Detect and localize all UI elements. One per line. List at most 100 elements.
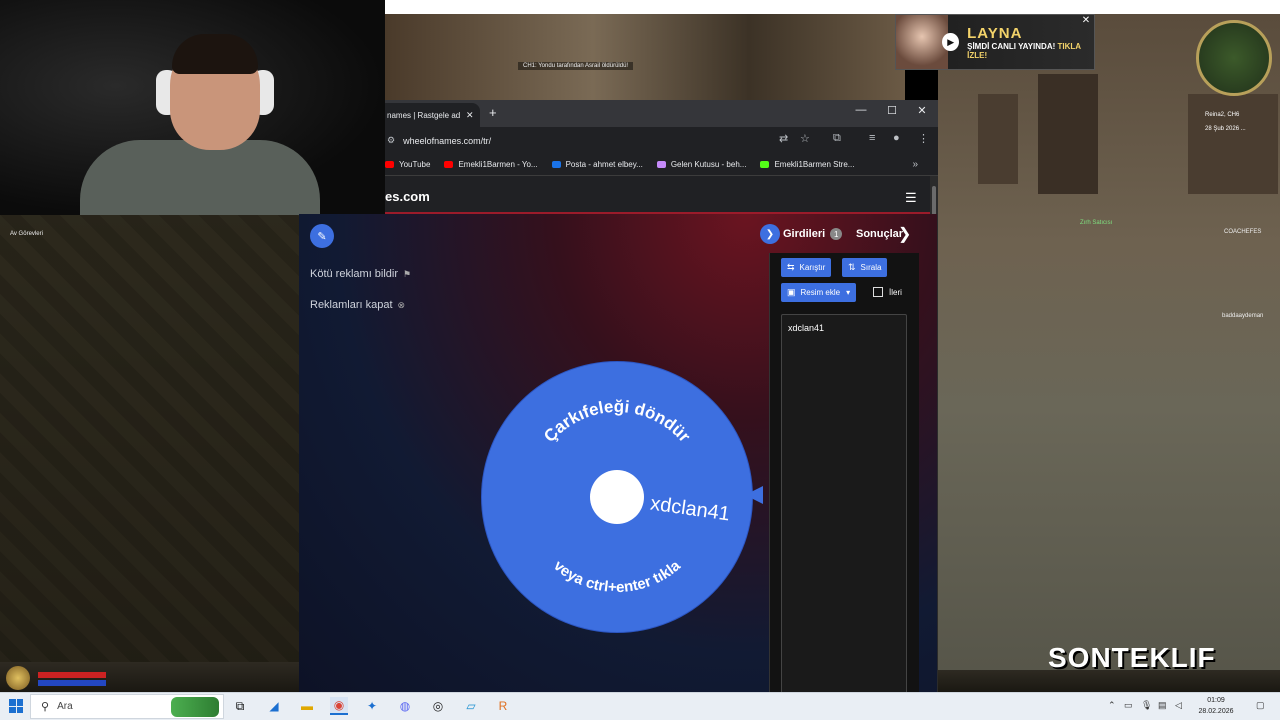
edit-pencil-icon[interactable]: ✎ <box>310 224 334 248</box>
profile-icon[interactable]: ● <box>893 132 900 144</box>
bookmark-star-icon[interactable]: ☆ <box>800 132 810 145</box>
new-tab-icon[interactable]: + <box>489 105 497 120</box>
advanced-checkbox[interactable]: İleri <box>873 287 902 297</box>
map-location-label: Reina2, CH6 <box>1205 112 1240 118</box>
taskbar-clock[interactable]: 01:09 28.02.2026 <box>1192 695 1240 717</box>
image-icon: ▣ <box>787 287 796 297</box>
tab-entries[interactable]: ❯ Girdileri 1 <box>760 224 843 244</box>
search-highlight-image <box>171 697 219 717</box>
network-icon[interactable]: ▤ <box>1158 700 1167 711</box>
tray-chevron-icon[interactable]: ⌃ <box>1108 700 1116 711</box>
tab-strip: names | Rastgele ad ✕ + — ☐ ✕ <box>385 100 938 127</box>
tab-results[interactable]: Sonuçlar <box>856 228 903 240</box>
wheel-center[interactable] <box>590 470 644 524</box>
bookmark-label: Emekli1Barmen - Yo... <box>458 160 538 169</box>
more-bookmarks-icon[interactable]: » <box>912 159 918 170</box>
search-icon: ⚲ <box>41 701 50 713</box>
entry-item[interactable]: xdclan41 <box>788 323 824 333</box>
stream-logo: SONTEKLIF <box>1048 642 1216 673</box>
close-window-icon[interactable]: ✕ <box>912 104 932 117</box>
streamer-name: LAYNA <box>967 24 1023 42</box>
bookmark-label: Emekli1Barmen Stre... <box>774 160 855 169</box>
checkbox-box[interactable] <box>873 287 883 297</box>
screen: Av Görevleri Zırh Satıcısı COACHEFES bad… <box>0 0 1280 720</box>
hud-orb <box>6 666 30 690</box>
close-ads-link[interactable]: Reklamları kapat ⊗ <box>310 299 405 311</box>
extensions-icon[interactable]: ⧉ <box>833 132 841 145</box>
bookmarks-bar: YouTube Emekli1Barmen - Yo... Posta - ah… <box>385 154 938 176</box>
chevron-right-icon[interactable]: ❯ <box>898 224 911 244</box>
chevron-right-icon[interactable]: ❯ <box>760 224 780 244</box>
app-icon-2[interactable]: ▱ <box>462 697 480 715</box>
edge-icon[interactable]: ◢ <box>265 697 283 715</box>
shuffle-icon: ⇆ <box>787 262 795 272</box>
url-text[interactable]: wheelofnames.com/tr/ <box>403 136 491 146</box>
microphone-icon[interactable]: 🎙 <box>1141 700 1152 711</box>
mail-icon <box>551 161 561 168</box>
shuffle-label: Karıştır <box>799 263 826 272</box>
bookmark-mail[interactable]: Posta - ahmet elbey... <box>551 160 643 169</box>
sort-button[interactable]: ⇅ Sırala <box>842 258 888 277</box>
search-placeholder: Ara <box>57 701 73 712</box>
close-circle-icon: ⊗ <box>397 299 406 310</box>
side-label-2: baddaaydeman <box>1222 313 1264 319</box>
live-text: ŞİMDİ CANLI YAYINDA! TIKLA İZLE! <box>967 42 1094 60</box>
sort-icon: ⇅ <box>848 262 856 272</box>
close-ads-label: Reklamları kapat <box>310 299 393 311</box>
close-icon[interactable]: ✕ <box>1080 15 1092 27</box>
maximize-icon[interactable]: ☐ <box>882 104 902 117</box>
hp-bar <box>38 672 106 678</box>
tray-icon-1[interactable]: ▭ <box>1124 700 1133 711</box>
browser-toolbar: ⚙ wheelofnames.com/tr/ <box>385 127 938 154</box>
windows-start-icon[interactable] <box>9 699 23 713</box>
minimap[interactable] <box>1196 20 1272 96</box>
tab-title: names | Rastgele ad <box>387 110 461 120</box>
bookmark-youtube[interactable]: YouTube <box>385 160 430 169</box>
notification-icon[interactable]: ▢ <box>1256 700 1265 711</box>
volume-icon[interactable]: ◁ <box>1175 700 1182 711</box>
stream-ad-banner[interactable]: ▶ LAYNA ŞİMDİ CANLI YAYINDA! TIKLA İZLE!… <box>895 14 1095 70</box>
map-date-label: 28 Şub 2026 ... <box>1205 126 1246 132</box>
task-view-icon[interactable]: ⧉ <box>231 697 249 715</box>
game-scene-top <box>385 14 905 100</box>
game-scene-left <box>0 215 300 670</box>
discord-icon[interactable]: ◍ <box>396 697 414 715</box>
wheel-pointer-icon <box>745 486 763 504</box>
chrome-icon[interactable]: ◉ <box>330 697 348 715</box>
site-brand[interactable]: es.com <box>385 189 430 204</box>
add-image-button[interactable]: ▣ Resim ekle ▾ <box>781 283 857 302</box>
obs-icon[interactable]: ◎ <box>429 697 447 715</box>
mp-bar <box>38 680 106 686</box>
play-icon[interactable]: ▶ <box>942 33 960 51</box>
advanced-label: İleri <box>889 287 902 297</box>
side-label-1: COACHEFES <box>1224 229 1262 235</box>
bookmark-emekli-youtube[interactable]: Emekli1Barmen - Yo... <box>444 160 538 169</box>
menu-icon[interactable]: ⋮ <box>918 132 929 145</box>
clock-date: 28.02.2026 <box>1198 708 1234 715</box>
report-ad-link[interactable]: Kötü reklamı bildir ⚑ <box>310 268 411 280</box>
entries-textarea[interactable] <box>781 314 907 694</box>
media-icon[interactable]: ≡ <box>869 132 875 144</box>
bookmark-inbox[interactable]: Gelen Kutusu - beh... <box>656 160 746 169</box>
bookmark-kick[interactable]: Emekli1Barmen Stre... <box>760 160 854 169</box>
kill-notification: CH1: Yondu tarafından Asrail öldürüldü! <box>518 62 634 70</box>
taskbar-search[interactable]: ⚲ Ara <box>30 694 224 719</box>
shuffle-button[interactable]: ⇆ Karıştır <box>781 258 832 277</box>
game-top-strip <box>385 0 1280 14</box>
hamburger-menu-icon[interactable]: ☰ <box>905 190 917 206</box>
youtube-icon <box>444 161 454 168</box>
webcam-overlay <box>0 0 385 215</box>
browser-tab[interactable]: names | Rastgele ad ✕ <box>385 103 480 127</box>
file-explorer-icon[interactable]: ▬ <box>298 697 316 715</box>
clock-time: 01:09 <box>1207 697 1225 704</box>
add-image-label: Resim ekle <box>800 288 841 297</box>
minimize-icon[interactable]: — <box>851 104 871 116</box>
site-info-icon[interactable]: ⚙ <box>387 135 395 146</box>
bookmark-label: YouTube <box>399 160 431 169</box>
app-icon-1[interactable]: ✦ <box>363 697 381 715</box>
address-bar[interactable]: ⚙ wheelofnames.com/tr/ <box>385 130 905 151</box>
tab-entries-label: Girdileri <box>783 228 826 240</box>
close-tab-icon[interactable]: ✕ <box>466 110 474 121</box>
translate-icon[interactable]: ⇄ <box>779 132 788 145</box>
game-launcher-icon[interactable]: R <box>494 697 512 715</box>
